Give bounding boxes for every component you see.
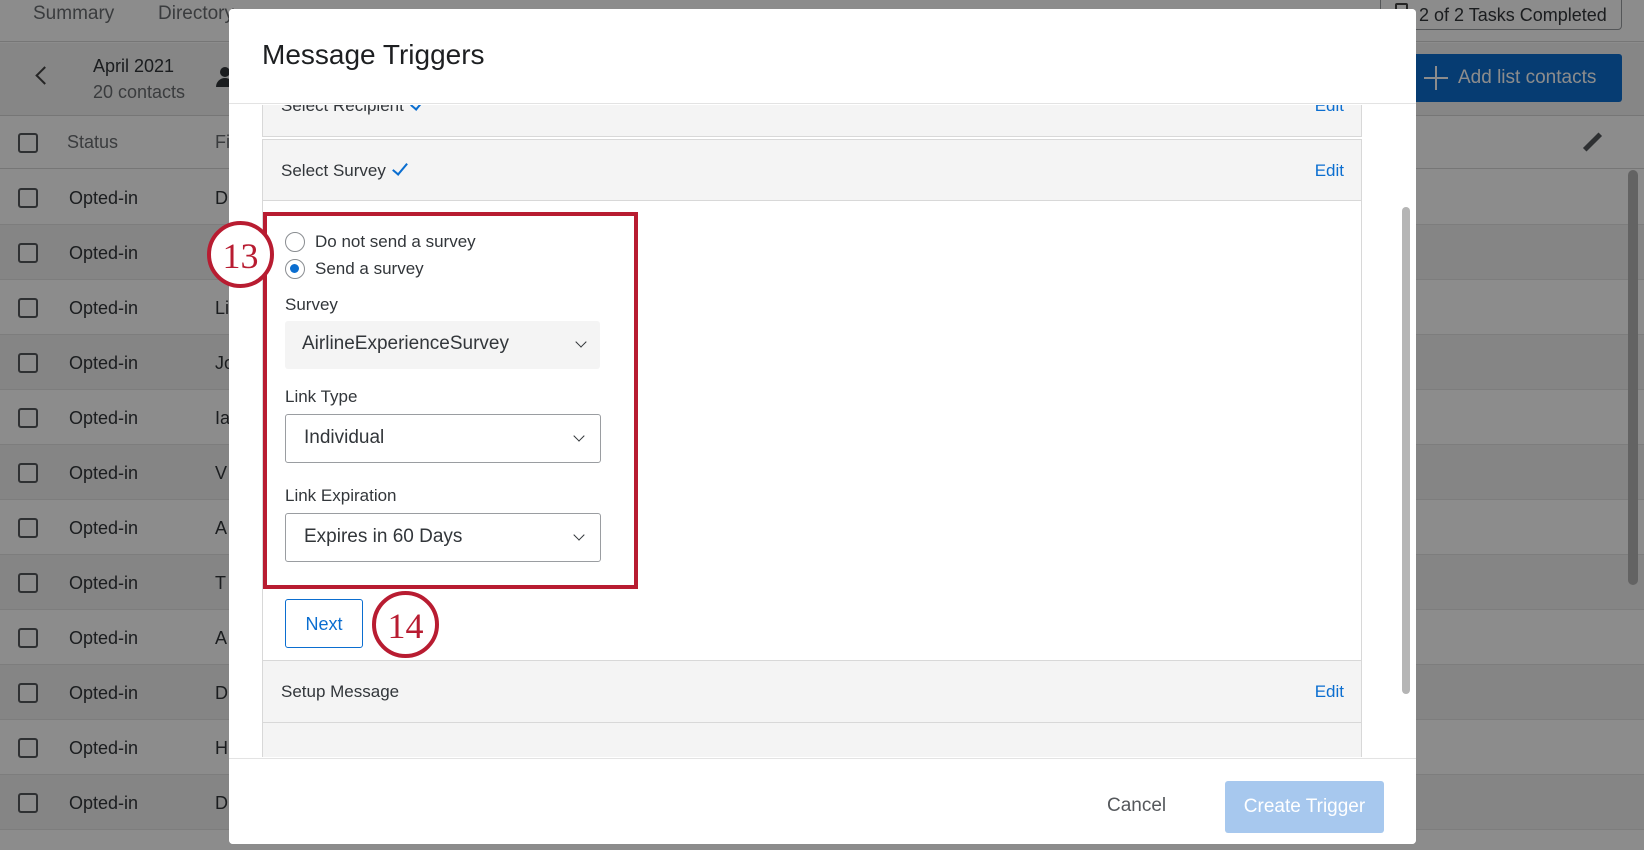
create-trigger-button[interactable]: Create Trigger <box>1225 781 1384 833</box>
checkmark-icon <box>392 159 408 176</box>
section-select-recipient[interactable]: Select Recipient Edit <box>262 105 1362 137</box>
section-setup-message[interactable]: Setup Message Edit <box>262 660 1362 723</box>
modal-scrollbar[interactable] <box>1402 207 1410 694</box>
annotation-highlight-box <box>263 212 638 589</box>
modal-title: Message Triggers <box>262 39 485 70</box>
edit-survey-link[interactable]: Edit <box>1315 161 1344 181</box>
edit-message-link[interactable]: Edit <box>1315 682 1344 702</box>
section-label-message: Setup Message <box>281 682 400 701</box>
annotation-callout-14: 14 <box>372 591 439 658</box>
edit-recipient-link[interactable]: Edit <box>1315 105 1344 116</box>
section-label-survey: Select Survey <box>281 159 408 181</box>
cancel-button[interactable]: Cancel <box>1107 795 1166 817</box>
section-next-collapsed[interactable] <box>262 723 1362 757</box>
annotation-callout-13: 13 <box>207 221 274 288</box>
next-button[interactable]: Next <box>285 599 363 648</box>
modal-footer: Cancel Create Trigger <box>229 758 1416 844</box>
section-select-survey[interactable]: Select Survey Edit <box>262 139 1362 201</box>
section-label-recipient: Select Recipient <box>281 105 426 116</box>
modal-header: Message Triggers <box>229 9 1416 104</box>
checkmark-icon <box>409 105 426 111</box>
